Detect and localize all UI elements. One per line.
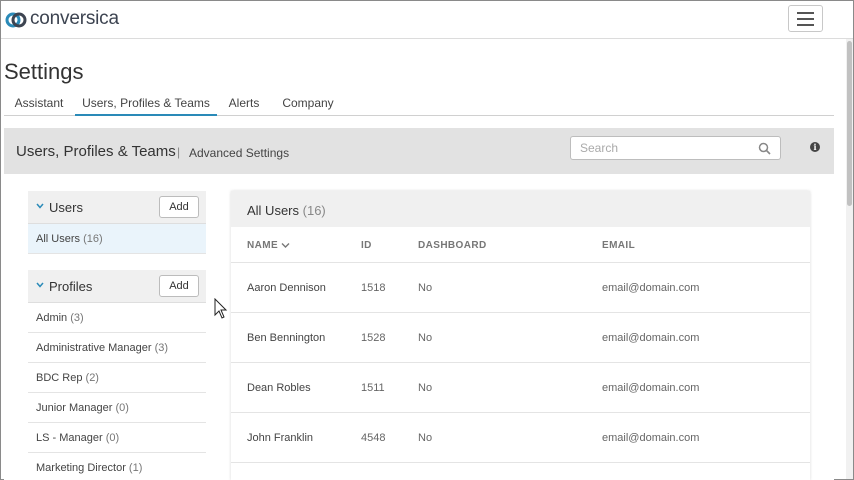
settings-tabs: Assistant Users, Profiles & Teams Alerts… (4, 95, 834, 116)
profiles-section-title: Profiles (49, 279, 93, 294)
list-item-count: (0) (105, 432, 120, 444)
page-scrollbar[interactable] (846, 39, 853, 479)
cell-id: 1511 (361, 382, 385, 394)
card-title-label: All Users (247, 203, 300, 218)
profiles-section-header: Profiles Add (28, 270, 206, 303)
menu-icon (797, 11, 814, 14)
list-item-count: (1) (128, 462, 143, 474)
sidebar-item-profile[interactable]: BDC Rep (2) (28, 363, 206, 393)
cell-name[interactable]: John Franklin (247, 432, 313, 444)
top-bar: conversica (1, 1, 853, 39)
card-title-count: (16) (302, 203, 326, 218)
chevron-down-icon[interactable] (36, 281, 44, 289)
cell-id: 1528 (361, 332, 386, 344)
tab-alerts[interactable]: Alerts (222, 95, 266, 116)
list-item-label: Administrative Manager (36, 342, 152, 354)
list-item-count: (2) (85, 372, 99, 384)
cell-name[interactable]: Dean Robles (247, 382, 311, 394)
chevron-down-icon[interactable] (36, 202, 44, 210)
cell-name[interactable]: Aaron Dennison (247, 282, 326, 294)
sidebar-item-profile[interactable]: Junior Manager (0) (28, 393, 206, 423)
tab-users-profiles-teams[interactable]: Users, Profiles & Teams (75, 95, 217, 116)
add-user-button[interactable]: Add (159, 196, 199, 218)
info-icon[interactable]: i (810, 142, 820, 152)
cell-id: 4548 (361, 432, 386, 444)
cell-email: email@domain.com (602, 432, 700, 444)
list-item-label: LS - Manager (36, 432, 103, 444)
users-section-header: Users Add (28, 191, 206, 224)
logo-icon (5, 8, 27, 30)
logo-text: conversica (30, 8, 119, 29)
cell-dashboard: No (418, 382, 433, 394)
list-item-count: (3) (70, 312, 84, 324)
cell-name[interactable]: Ben Bennington (247, 332, 325, 344)
tab-company[interactable]: Company (279, 95, 337, 116)
card-header: All Users (16) (231, 191, 810, 227)
sidebar-item-profile[interactable]: Admin (3) (28, 303, 206, 333)
list-item-count: (3) (154, 342, 169, 354)
column-header-dashboard[interactable]: DASHBOARD (418, 240, 487, 251)
panel-header: Users, Profiles & Teams | Advanced Setti… (4, 128, 834, 174)
search-input[interactable] (571, 137, 751, 159)
table-row[interactable]: John Franklin 4548 No email@domain.com (231, 413, 810, 463)
advanced-settings-link[interactable]: Advanced Settings (189, 146, 289, 160)
cell-dashboard: No (418, 432, 433, 444)
hamburger-menu-button[interactable] (788, 5, 823, 32)
card-title: All Users (16) (247, 203, 326, 218)
list-item-label: Junior Manager (36, 402, 113, 414)
left-sidebar: Users Add All Users (16) Profiles Add Ad… (28, 191, 206, 480)
list-item-label: All Users (36, 233, 81, 245)
cell-id: 1518 (361, 282, 386, 294)
sidebar-item-profile[interactable]: Administrative Manager (3) (28, 333, 206, 363)
conversica-logo[interactable]: conversica (5, 8, 119, 30)
cell-email: email@domain.com (602, 332, 700, 344)
list-item-label: Admin (36, 312, 68, 324)
search-icon[interactable] (758, 142, 771, 155)
panel-title: Users, Profiles & Teams (16, 143, 176, 160)
cell-dashboard: No (418, 332, 433, 344)
sidebar-item-profile[interactable]: LS - Manager (0) (28, 423, 206, 453)
table-row[interactable]: Dean Robles 1511 No email@domain.com (231, 363, 810, 413)
table-row[interactable]: Aaron Dennison 1518 No email@domain.com (231, 263, 810, 313)
sidebar-item-profile[interactable]: Marketing Director (1) (28, 453, 206, 480)
list-item-label: Marketing Director (36, 462, 126, 474)
scrollbar-thumb[interactable] (847, 41, 852, 206)
list-item-count: (16) (83, 233, 103, 245)
page-title: Settings (4, 59, 84, 84)
cell-dashboard: No (418, 282, 433, 294)
search-box (570, 136, 781, 160)
column-header-email[interactable]: EMAIL (602, 240, 635, 251)
column-header-id[interactable]: ID (361, 240, 372, 251)
column-header-name[interactable]: NAME (247, 240, 290, 251)
list-item-label: BDC Rep (36, 372, 83, 384)
add-profile-button[interactable]: Add (159, 275, 199, 297)
sort-chevron-down-icon (281, 242, 290, 248)
users-table-card: All Users (16) NAME ID DASHBOARD EMAIL A… (231, 191, 810, 480)
users-section-title: Users (49, 200, 83, 215)
sidebar-item-all-users[interactable]: All Users (16) (28, 224, 206, 254)
title-separator: | (177, 145, 181, 159)
list-item-count: (0) (115, 402, 129, 414)
tab-assistant[interactable]: Assistant (4, 95, 74, 116)
table-row[interactable]: Ben Bennington 1528 No email@domain.com (231, 313, 810, 363)
mouse-cursor-icon (214, 298, 228, 319)
cell-email: email@domain.com (602, 382, 700, 394)
cell-email: email@domain.com (602, 282, 700, 294)
